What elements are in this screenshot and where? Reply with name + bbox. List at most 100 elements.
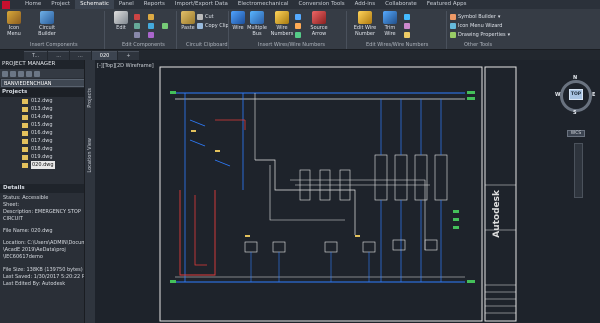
tab-featured-apps[interactable]: Featured Apps	[422, 0, 472, 9]
detail-line: Description: EMERGENCY STOP	[3, 209, 81, 215]
compass-south[interactable]: S	[573, 110, 577, 116]
insert-wire-tool-2[interactable]	[295, 22, 303, 29]
drawing-file-icon	[22, 114, 28, 120]
detail-line: Last Edited By: Autodesk	[3, 281, 66, 287]
view-cube[interactable]: TOP N S E W	[555, 75, 595, 116]
compass-north[interactable]: N	[573, 75, 577, 81]
icon-menu-icon	[7, 11, 21, 24]
tab-import-export[interactable]: Import/Export Data	[170, 0, 233, 9]
compass-east[interactable]: E	[592, 92, 595, 98]
ribbon-divider	[176, 11, 177, 49]
icon-menu-wizard-button[interactable]: Icon Menu Wizard	[450, 22, 502, 29]
edit-wire-number-button[interactable]: Edit Wire Number	[352, 11, 378, 37]
navigation-bar[interactable]	[574, 143, 583, 198]
copy-clip-button[interactable]: Copy Clip	[197, 22, 229, 29]
detail-line: Last Saved: 1/30/2017 5:20:22 PM	[3, 274, 90, 280]
group-other-tools: Other Tools	[464, 42, 493, 48]
edit-tool-2[interactable]	[134, 22, 142, 29]
icon-menu-button[interactable]: Icon Menu	[3, 11, 25, 37]
tab-reports[interactable]: Reports	[139, 0, 170, 9]
detail-line: \IEC60617demo	[3, 254, 43, 260]
wcs-menu[interactable]: WCS	[567, 130, 585, 137]
tab-electromechanical[interactable]: Electromechanical	[233, 0, 294, 9]
doc-tab-2[interactable]: ...	[48, 50, 70, 60]
new-project-icon[interactable]	[10, 70, 16, 77]
side-tab-location-view[interactable]: Location View	[87, 138, 93, 173]
edit-tool-4[interactable]	[148, 13, 156, 20]
tab-collaborate[interactable]: Collaborate	[380, 0, 422, 9]
doc-tab-3[interactable]: ...	[70, 50, 91, 60]
drawing-properties-button[interactable]: Drawing Properties ▾	[450, 31, 510, 38]
group-circuit-clipboard: Circuit Clipboard	[186, 42, 228, 48]
tab-project[interactable]: Project	[46, 0, 75, 9]
project-manager-side-tabs: Projects Location View	[84, 60, 95, 323]
edit-tool-1[interactable]	[134, 13, 142, 20]
drawing-file-icon	[22, 154, 28, 160]
doc-tab-active[interactable]: 020	[91, 50, 118, 60]
view-cube-top-face[interactable]: TOP	[569, 89, 583, 100]
publish-icon[interactable]	[34, 70, 40, 77]
side-tab-projects[interactable]: Projects	[87, 88, 93, 108]
cut-button[interactable]: Cut	[197, 13, 214, 20]
drawing-file-icon	[22, 146, 28, 152]
doc-tab-1[interactable]: T...	[24, 50, 48, 60]
edit-wire-tool-2[interactable]	[404, 22, 412, 29]
trim-wire-icon	[383, 11, 397, 24]
tool-icon	[148, 13, 154, 20]
new-tab-button[interactable]: +	[118, 50, 139, 60]
wire-numbers-button[interactable]: Wire Numbers	[271, 11, 293, 37]
project-selector[interactable]: BANVIEDENCHUAN	[1, 79, 93, 87]
drawing-file-icon	[22, 138, 28, 144]
edit-wire-tool-3[interactable]	[404, 31, 412, 38]
settings-icon[interactable]	[26, 70, 32, 77]
tab-add-ins[interactable]: Add-ins	[350, 0, 381, 9]
circuit-builder-icon	[40, 11, 54, 24]
compass-west[interactable]: W	[555, 92, 561, 98]
tool-icon	[295, 22, 301, 29]
multiple-bus-button[interactable]: Multiple Bus	[247, 11, 267, 37]
project-manager-toolbar	[0, 69, 94, 78]
edit-wire-number-icon	[358, 11, 372, 24]
wire-button[interactable]: Wire	[231, 11, 245, 31]
edit-button[interactable]: Edit	[113, 11, 129, 31]
trim-wire-button[interactable]: Trim Wire	[380, 11, 400, 37]
detail-line: CIRCUIT	[3, 216, 23, 222]
tool-icon	[134, 22, 140, 29]
edit-tool-3[interactable]	[134, 31, 142, 38]
tool-icon	[404, 31, 410, 38]
project-tree: 012.dwg 013.dwg 014.dwg 015.dwg 016.dwg …	[0, 97, 94, 169]
paste-icon	[181, 11, 195, 24]
tool-icon	[148, 22, 154, 29]
circuit-builder-button[interactable]: Circuit Builder	[30, 11, 64, 37]
ribbon-divider	[228, 11, 229, 49]
tab-panel[interactable]: Panel	[114, 0, 139, 9]
edit-icon	[114, 11, 128, 24]
tool-icon	[404, 13, 410, 20]
application-menu-icon[interactable]	[2, 0, 10, 9]
source-arrow-button[interactable]: Source Arrow	[308, 11, 330, 37]
multiple-bus-icon	[250, 11, 264, 24]
tool-icon	[134, 31, 140, 38]
drawing-file-icon	[22, 130, 28, 136]
edit-wire-tool-1[interactable]	[404, 13, 412, 20]
ribbon-panel: Icon Menu Circuit Builder Insert Compone…	[0, 9, 600, 50]
projects-header: Projects	[0, 88, 94, 97]
group-edit-components: Edit Components	[122, 42, 165, 48]
insert-wire-tool-3[interactable]	[295, 31, 303, 38]
refresh-icon[interactable]	[18, 70, 24, 77]
symbol-builder-button[interactable]: Symbol Builder ▾	[450, 13, 500, 20]
insert-wire-tool-1[interactable]	[295, 13, 303, 20]
tool-icon	[162, 22, 168, 29]
wire-numbers-icon	[275, 11, 289, 24]
edit-tool-5[interactable]	[148, 22, 156, 29]
tab-conversion-tools[interactable]: Conversion Tools	[294, 0, 350, 9]
details-header: Details	[0, 184, 95, 193]
group-insert-components: Insert Components	[30, 42, 78, 48]
tool-icon	[295, 13, 301, 20]
edit-tool-6[interactable]	[148, 31, 156, 38]
paste-button[interactable]: Paste	[180, 11, 196, 31]
open-project-icon[interactable]	[2, 70, 8, 77]
tab-schematic[interactable]: Schematic	[75, 0, 114, 9]
edit-tool-7[interactable]	[162, 22, 170, 29]
tab-home[interactable]: Home	[20, 0, 46, 9]
